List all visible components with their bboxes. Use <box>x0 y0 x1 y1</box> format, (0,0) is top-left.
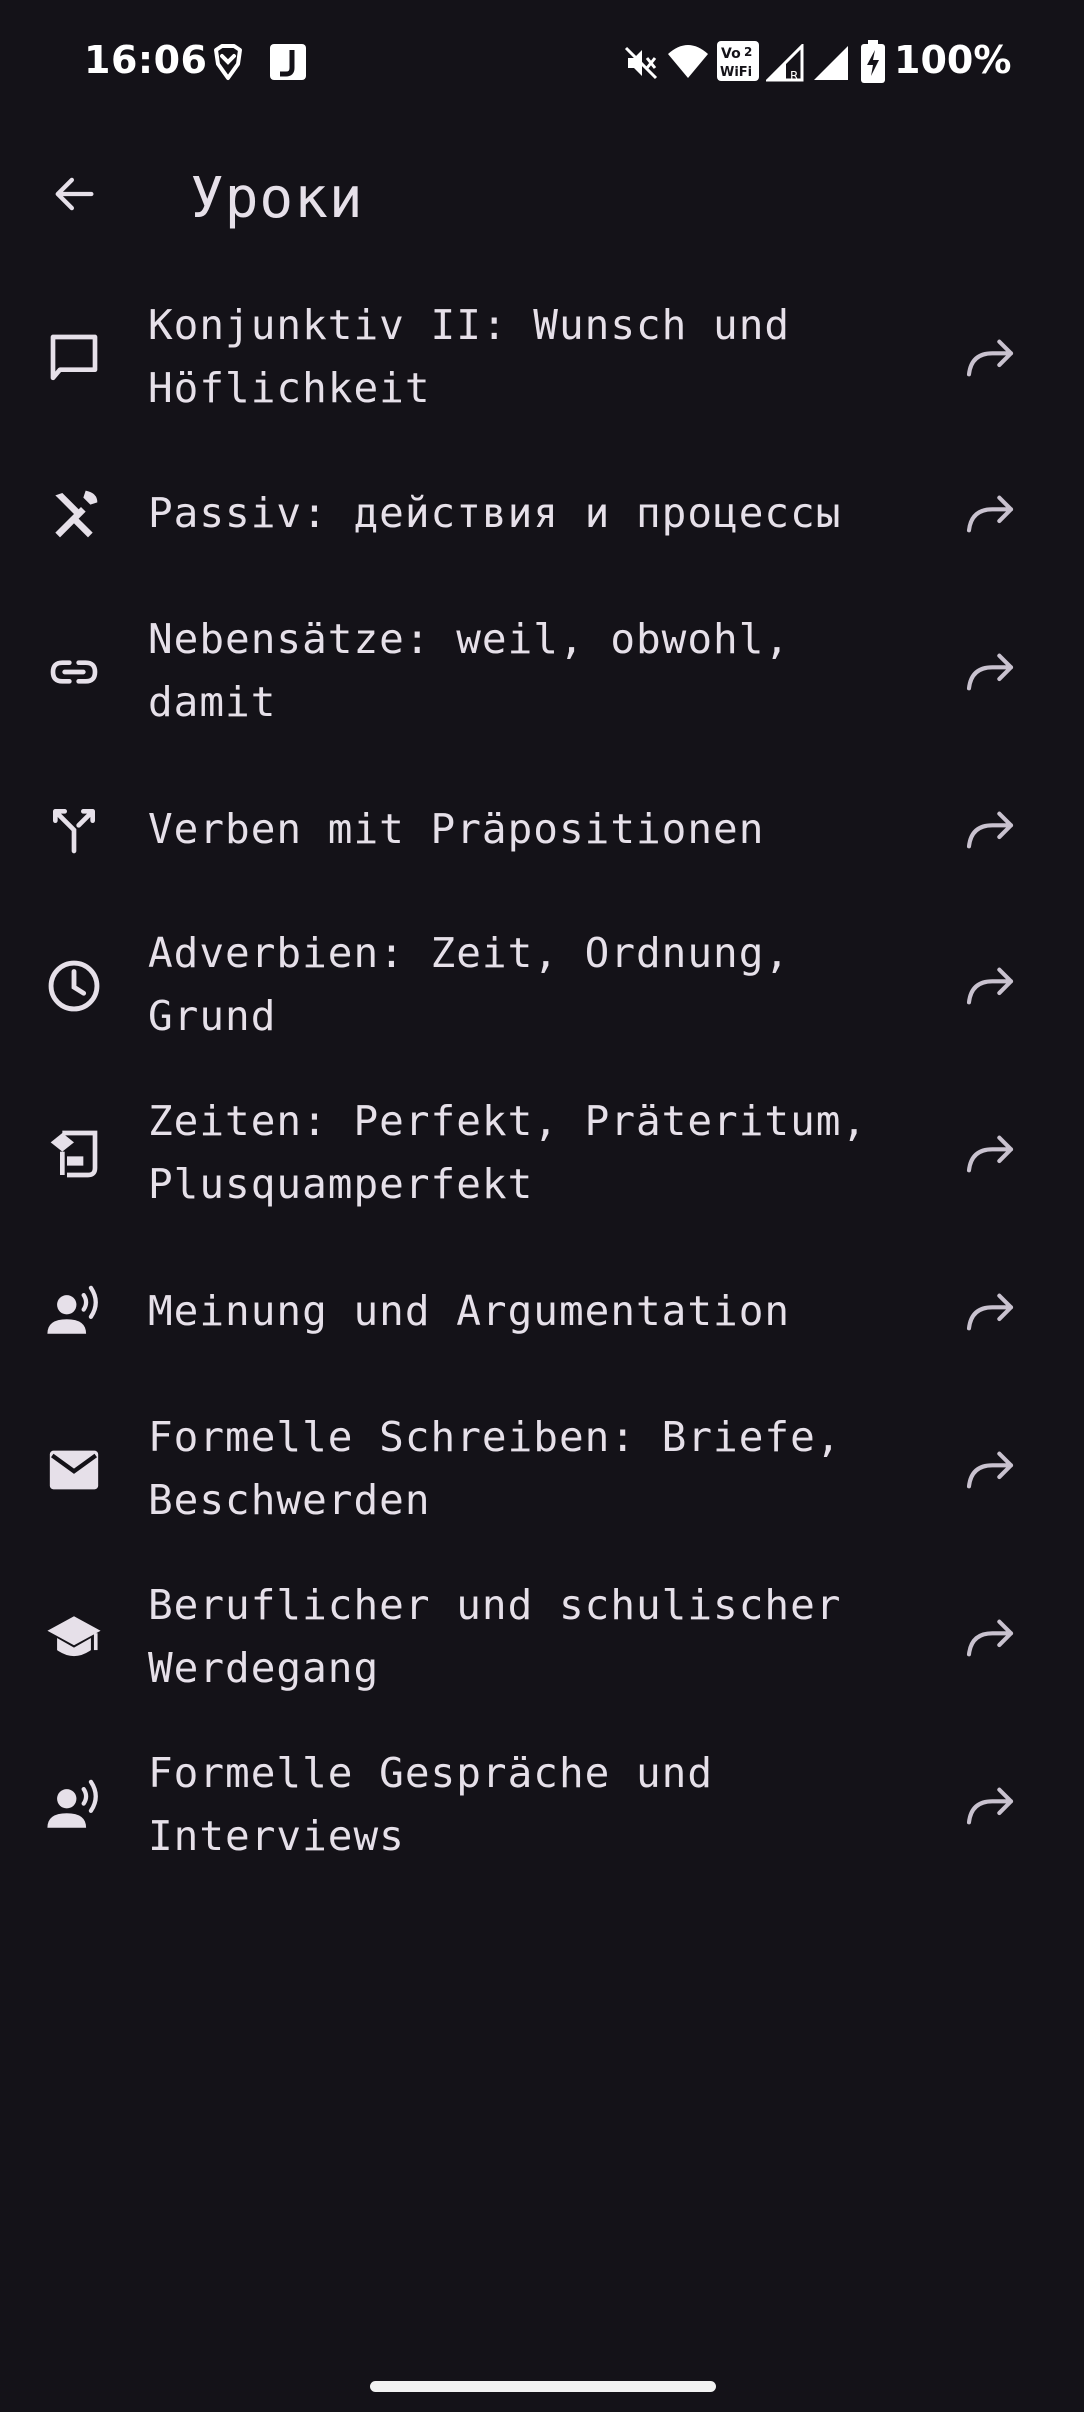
lesson-label: Meinung und Argumentation <box>148 1287 791 1335</box>
share-arrow-icon[interactable] <box>956 1604 1024 1672</box>
chat-bubble-icon <box>40 324 108 392</box>
merge-icon <box>40 796 108 864</box>
home-indicator[interactable] <box>370 2381 716 2392</box>
lesson-item[interactable]: Meinung und Argumentation <box>0 1244 1084 1380</box>
battery-charging-icon <box>860 40 886 88</box>
lesson-label: Zeiten: Perfekt, Präteritum, Plusquamper… <box>148 1097 868 1208</box>
vowifi-vo-text: Vo <box>721 46 741 62</box>
share-arrow-icon[interactable] <box>956 324 1024 392</box>
lesson-item[interactable]: Nebensätze: weil, obwohl, damit <box>0 604 1084 740</box>
vowifi-sim-text: 2 <box>744 45 752 59</box>
lesson-item[interactable]: Adverbien: Zeit, Ordnung, Grund <box>0 918 1084 1054</box>
share-arrow-icon[interactable] <box>956 638 1024 706</box>
lesson-label: Nebensätze: weil, obwohl, damit <box>148 615 791 726</box>
lesson-label: Passiv: действия и процессы <box>148 489 842 537</box>
school-icon <box>40 1604 108 1672</box>
mute-icon <box>622 44 660 86</box>
share-arrow-icon[interactable] <box>956 480 1024 548</box>
signal-icon: R <box>764 42 804 86</box>
lesson-item[interactable]: Zeiten: Perfekt, Präteritum, Plusquamper… <box>0 1086 1084 1222</box>
share-arrow-icon[interactable] <box>956 952 1024 1020</box>
lesson-label: Verben mit Präpositionen <box>148 805 765 853</box>
share-arrow-icon[interactable] <box>956 1436 1024 1504</box>
lesson-item[interactable]: Verben mit Präpositionen <box>0 762 1084 898</box>
lesson-label: Adverbien: Zeit, Ordnung, Grund <box>148 929 791 1040</box>
status-bar: 16:06 Vo 2 WiFi R 100% <box>0 0 1084 128</box>
lesson-label: Formelle Gespräche und Interviews <box>148 1749 714 1860</box>
lesson-item[interactable]: Beruflicher und schulischer Werdegang <box>0 1570 1084 1706</box>
signal-icon <box>812 44 850 86</box>
wifi-icon <box>666 42 710 86</box>
lesson-item[interactable]: Passiv: действия и процессы <box>0 446 1084 582</box>
page-title: Уроки <box>190 166 364 231</box>
lesson-item[interactable]: Konjunktiv II: Wunsch und Höflichkeit <box>0 290 1084 426</box>
brave-icon <box>208 42 248 86</box>
history-edu-icon <box>40 1120 108 1188</box>
vowifi-icon: Vo 2 WiFi <box>716 40 760 86</box>
lesson-item[interactable]: Formelle Gespräche und Interviews <box>0 1738 1084 1874</box>
share-arrow-icon[interactable] <box>956 1120 1024 1188</box>
battery-percentage: 100% <box>894 38 1012 82</box>
clock-icon <box>40 952 108 1020</box>
record-voice-icon <box>40 1772 108 1840</box>
arrow-left-icon <box>48 168 100 224</box>
share-arrow-icon[interactable] <box>956 796 1024 864</box>
share-arrow-icon[interactable] <box>956 1278 1024 1346</box>
record-voice-icon <box>40 1278 108 1346</box>
jsbox-icon <box>268 42 308 86</box>
lesson-label: Konjunktiv II: Wunsch und Höflichkeit <box>148 301 791 412</box>
signal-roaming-text: R <box>790 69 798 82</box>
link-icon <box>40 638 108 706</box>
status-time: 16:06 <box>84 38 208 82</box>
share-arrow-icon[interactable] <box>956 1772 1024 1840</box>
lesson-label: Beruflicher und schulischer Werdegang <box>148 1581 842 1692</box>
tools-icon <box>40 480 108 548</box>
lesson-item[interactable]: Formelle Schreiben: Briefe, Beschwerden <box>0 1402 1084 1538</box>
vowifi-wifi-text: WiFi <box>720 65 752 80</box>
mail-icon <box>40 1436 108 1504</box>
lesson-label: Formelle Schreiben: Briefe, Beschwerden <box>148 1413 842 1524</box>
back-button[interactable] <box>38 160 110 232</box>
